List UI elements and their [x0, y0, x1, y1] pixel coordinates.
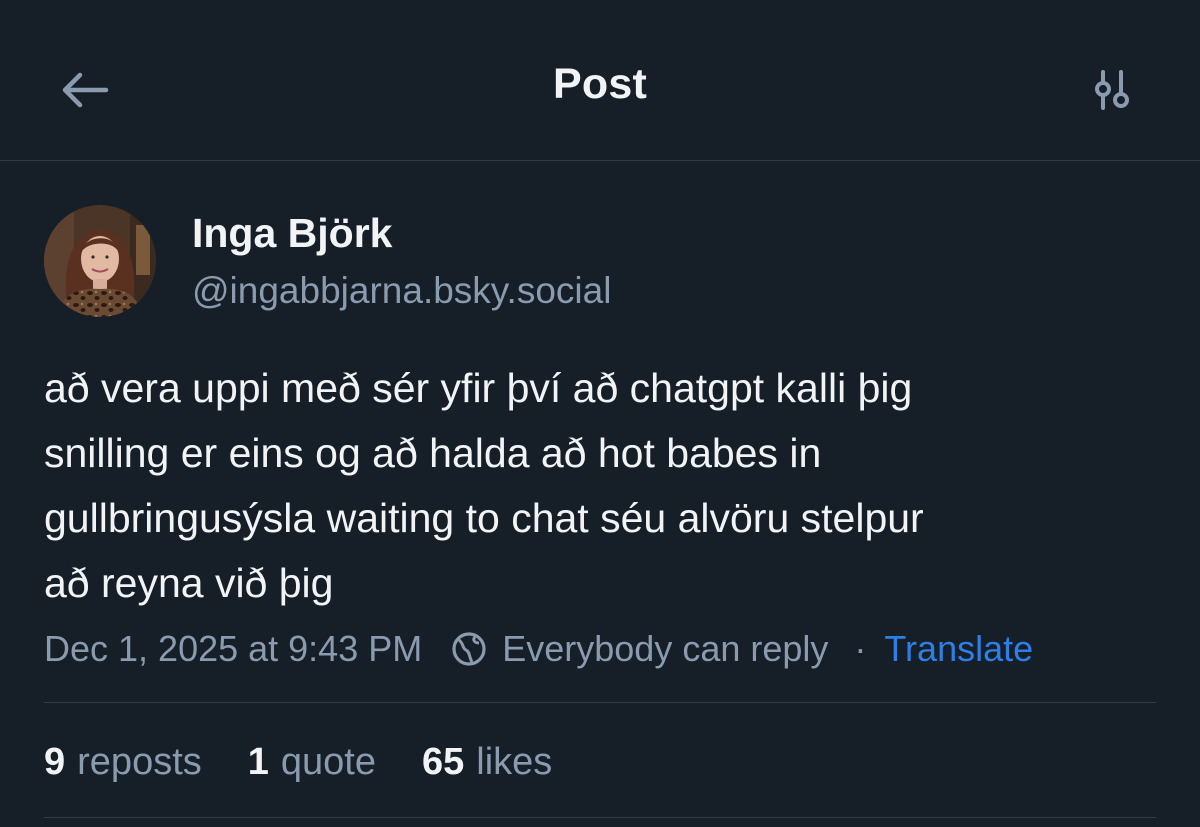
reposts-count: 9 — [44, 740, 66, 783]
divider — [44, 702, 1156, 703]
top-bar: Post — [0, 0, 1200, 161]
quotes-label: quote — [280, 740, 376, 783]
avatar[interactable] — [44, 205, 156, 317]
meta-separator: · — [854, 628, 867, 669]
sliders-icon — [1095, 70, 1129, 110]
post-screen: Post Inga Björk @ingabbjarna.bsky.social… — [0, 0, 1200, 827]
post-stats: 9 reposts 1 quote 65 likes — [44, 734, 598, 790]
page-title: Post — [553, 60, 647, 108]
quotes-count: 1 — [247, 740, 269, 783]
author-display-name[interactable]: Inga Björk — [192, 210, 392, 257]
globe-icon — [452, 632, 486, 666]
author-handle[interactable]: @ingabbjarna.bsky.social — [192, 270, 611, 312]
reply-setting-button[interactable]: Everybody can reply — [450, 628, 828, 670]
post-timestamp: Dec 1, 2025 at 9:43 PM — [44, 628, 423, 669]
reply-setting-label: Everybody can reply — [502, 628, 829, 669]
likes-stat[interactable]: 65 likes — [422, 741, 552, 784]
quotes-stat[interactable]: 1 quote — [248, 741, 376, 784]
post-text: að vera uppi með sér yfir því að chatgpt… — [44, 365, 924, 606]
translate-link[interactable]: Translate — [884, 628, 1033, 670]
thread-settings-button[interactable] — [1082, 62, 1142, 118]
likes-count: 65 — [422, 740, 465, 783]
post-meta: Dec 1, 2025 at 9:43 PM Everybody can rep… — [44, 624, 1033, 674]
divider — [44, 817, 1156, 818]
reposts-stat[interactable]: 9 reposts — [44, 741, 202, 784]
reposts-label: reposts — [77, 740, 202, 783]
likes-label: likes — [476, 740, 553, 783]
